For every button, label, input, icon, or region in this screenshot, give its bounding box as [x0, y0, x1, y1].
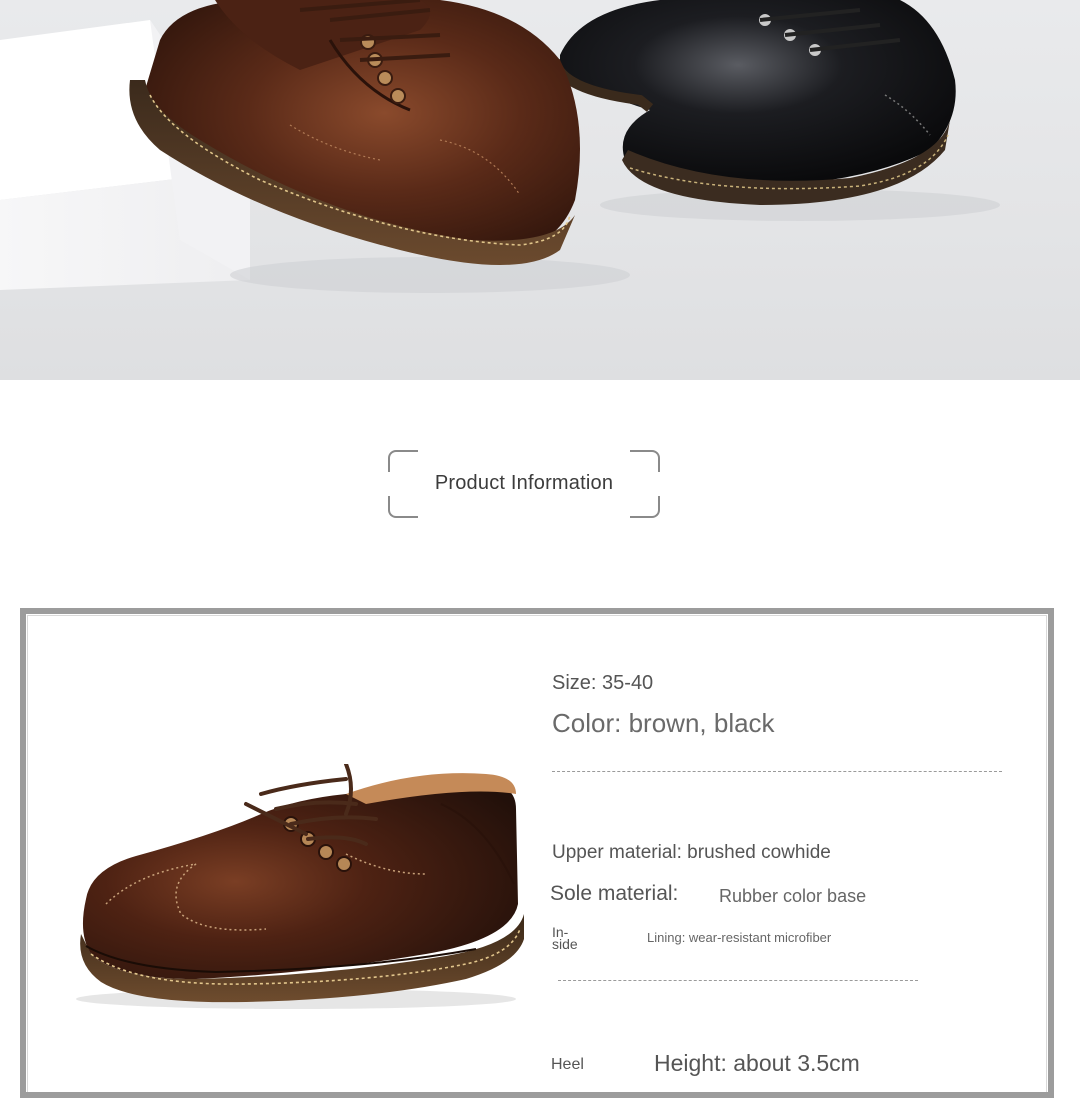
hero-product-photo	[0, 0, 1080, 380]
spec-heel-value: Height: about 3.5cm	[654, 1050, 860, 1076]
spec-lining-value: Lining: wear-resistant microfiber	[647, 930, 832, 945]
product-shoe-image	[76, 764, 524, 1009]
spec-sole: Sole material:	[550, 882, 678, 906]
spec-size: Size: 35-40	[552, 672, 653, 695]
spec-upper: Upper material: brushed cowhide	[552, 842, 831, 864]
spec-heel-label-wrap: Heel	[551, 1056, 584, 1074]
section-title-frame: Product Information	[388, 450, 660, 518]
divider-1	[552, 771, 1002, 772]
spec-inside-label: In- side	[552, 925, 578, 952]
spec-color: Color: brown, black	[552, 708, 775, 739]
frame-corner-top-left	[388, 450, 418, 472]
spec-heel-value-wrap: Height: about 3.5cm	[654, 1050, 860, 1077]
spec-upper-label: Upper material:	[552, 842, 682, 863]
spec-inside-label-line2: side	[552, 936, 578, 952]
divider-2	[558, 980, 918, 981]
product-info-card: Size: 35-40 Color: brown, black Upper ma…	[20, 608, 1054, 1098]
spec-sole-value: Rubber color base	[719, 886, 867, 906]
spec-lining: Lining: wear-resistant microfiber	[647, 930, 831, 945]
spec-size-label: Size:	[552, 672, 597, 694]
spec-upper-value: brushed cowhide	[687, 842, 831, 863]
section-title: Product Information	[434, 472, 614, 494]
frame-corner-bottom-right	[630, 496, 660, 518]
spec-size-value: 35-40	[602, 672, 654, 694]
spec-sole-label: Sole material:	[550, 882, 679, 905]
spec-color-label: Color:	[552, 708, 622, 738]
spec-heel-label: Heel	[551, 1056, 584, 1073]
hero-shoes-illustration	[0, 0, 1000, 293]
spec-sole-value-wrap: Rubber color base	[719, 886, 866, 907]
frame-corner-bottom-left	[388, 496, 418, 518]
frame-corner-top-right	[630, 450, 660, 472]
spec-color-value: brown, black	[628, 708, 775, 738]
